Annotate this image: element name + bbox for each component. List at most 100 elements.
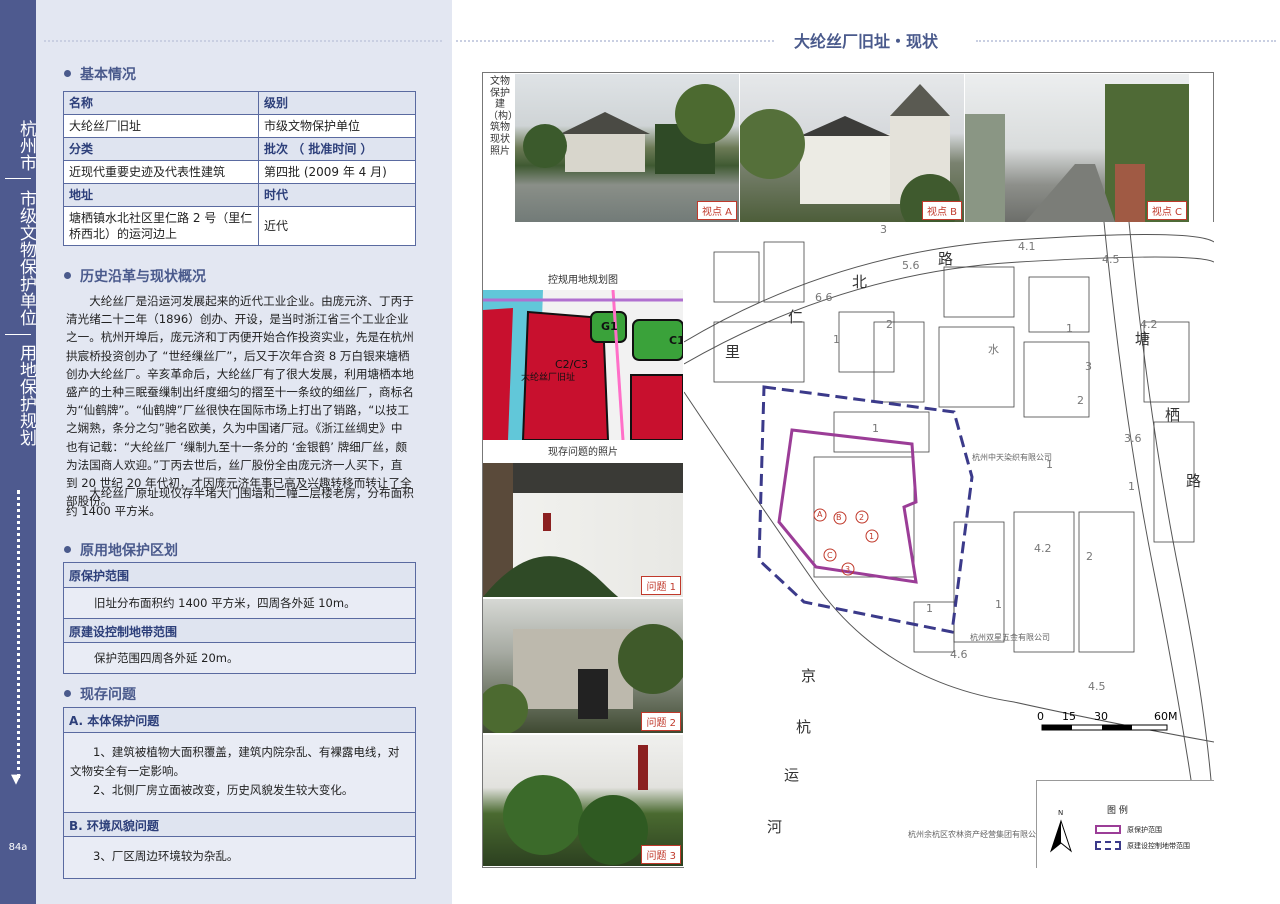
marker-label: 2 — [859, 513, 865, 522]
batch-header: 批次 （ 批准时间 ） — [258, 137, 416, 161]
level-header: 级别 — [258, 91, 416, 115]
street-illustration — [965, 84, 1189, 222]
problem-photo-1: 问题 1 — [483, 463, 683, 597]
viewpoint-label: 视点 A — [696, 201, 737, 220]
page-number: 84a — [8, 842, 28, 853]
sidebar: 杭州市 市级文物保护单位 用地保护规划 ▼ 84a — [0, 0, 36, 904]
road-label: 栖 — [1165, 406, 1181, 424]
dotted-rule — [44, 40, 442, 42]
sidebar-level: 市级文物保护单位 — [16, 190, 36, 326]
map-number: 2 — [886, 318, 893, 331]
company-label: 杭州余杭区农林资产经营集团有限公司 — [908, 830, 1044, 839]
photo-viewpoint-b: 视点 B — [740, 74, 964, 222]
problem-photo-3: 问题 3 — [483, 735, 683, 866]
category-value: 近现代重要史迹及代表性建筑 — [63, 160, 259, 184]
marker-label: A — [817, 510, 823, 519]
road-label: 路 — [938, 250, 954, 268]
site-map — [684, 222, 1214, 868]
viewpoint-label: 视点 C — [1146, 201, 1187, 220]
photo-viewpoint-c: 视点 C — [965, 74, 1189, 222]
sidebar-dotted-line — [17, 490, 20, 778]
inset-problems-title: 现存问题的照片 — [483, 444, 683, 462]
section-title: 基本情况 — [80, 67, 136, 83]
map-number: 4.5 — [1102, 253, 1120, 266]
issue-a-2: 2、北侧厂房立面被改变，历史风貌发生较大变化。 — [64, 781, 415, 812]
map-number: 4.5 — [1088, 680, 1106, 693]
range-value: 旧址分布面积约 1400 平方米，四周各外延 10m。 — [64, 588, 415, 618]
legend-item-protection: 原保护范围 — [1127, 826, 1162, 834]
page: 杭州市 市级文物保护单位 用地保护规划 ▼ 84a 基本情况 名称 级别 大纶丝… — [0, 0, 1280, 904]
company-label: 杭州中天染织有限公司 — [972, 453, 1052, 462]
building-illustration — [740, 84, 960, 222]
name-header: 名称 — [63, 91, 259, 115]
sidebar-divider — [5, 178, 31, 179]
map-number: 3 — [880, 223, 887, 236]
river-label: 运 — [784, 766, 800, 784]
scale-label: 0 — [1037, 710, 1044, 723]
problem-label: 问题 1 — [641, 576, 681, 595]
name-value: 大纶丝厂旧址 — [63, 114, 259, 138]
scale-label: 15 — [1062, 710, 1076, 723]
legend-title: 图 例 — [1107, 806, 1128, 816]
dotted-rule — [456, 40, 774, 42]
range-header: 原保护范围 — [64, 563, 415, 588]
issue-a-header: A. 本体保护问题 — [64, 708, 415, 733]
issue-a-1: 1、建筑被植物大面积覆盖，建筑内院杂乱、有裸露电线，对文物安全有一定影响。 — [64, 733, 415, 781]
landuse-label-site: 大纶丝厂旧址 — [521, 373, 576, 383]
section-history: 历史沿革与现状概况 — [64, 266, 206, 286]
batch-value: 第四批 (2009 年 4 月) — [258, 160, 416, 184]
river-label: 杭 — [796, 718, 812, 736]
control-header: 原建设控制地带范围 — [64, 618, 415, 643]
building-illustration — [523, 84, 735, 174]
map-number: 2 — [1086, 550, 1093, 563]
issues-box: A. 本体保护问题 1、建筑被植物大面积覆盖，建筑内院杂乱、有裸露电线，对文物安… — [63, 707, 416, 879]
marker-label: 3 — [845, 565, 851, 574]
photo-caption: 文物保护建（构）筑物现状照片 — [488, 76, 518, 157]
scale-label: 60M — [1154, 710, 1178, 723]
era-header: 时代 — [258, 183, 416, 207]
marker-label: C — [827, 551, 833, 560]
dotted-rule — [976, 40, 1276, 42]
sidebar-plan: 用地保护规划 — [16, 344, 36, 446]
company-label: 杭州双星五金有限公司 — [970, 633, 1050, 642]
map-number: 1 — [1128, 480, 1135, 493]
problem-label: 问题 3 — [641, 845, 681, 864]
problem-label: 问题 2 — [641, 712, 681, 731]
history-paragraph: 大纶丝厂是沿运河发展起来的近代工业企业。由庞元济、丁丙于清光绪二十二年（1896… — [66, 294, 414, 509]
legend-item-control: 原建设控制地带范围 — [1127, 842, 1190, 850]
arrow-down-icon: ▼ — [11, 772, 21, 787]
level-value: 市级文物保护单位 — [258, 114, 416, 138]
protection-box: 原保护范围 旧址分布面积约 1400 平方米，四周各外延 10m。 原建设控制地… — [63, 562, 416, 674]
section-title: 原用地保护区划 — [80, 543, 178, 559]
north-arrow-icon — [1049, 819, 1073, 853]
map-label: 水 — [988, 343, 999, 356]
section-basic: 基本情况 — [64, 64, 136, 84]
map-number: 1 — [926, 602, 933, 615]
photo-viewpoint-a: 视点 A — [515, 74, 739, 222]
map-number: 1 — [1046, 458, 1053, 471]
bullet-icon — [64, 690, 71, 697]
section-title: 现存问题 — [80, 687, 136, 703]
basic-info-table: 名称 级别 大纶丝厂旧址 市级文物保护单位 分类 批次 （ 批准时间 ） 近现代… — [63, 91, 416, 246]
bullet-icon — [64, 272, 71, 279]
bullet-icon — [64, 70, 71, 77]
problem-photo-2: 问题 2 — [483, 599, 683, 733]
road-label: 仁 — [788, 308, 804, 326]
history-paragraph-2: 大纶丝厂原址现仅存半堵大门围墙和二幢二层楼老房，分布面积约 1400 平方米。 — [66, 486, 414, 519]
era-value: 近代 — [258, 206, 416, 246]
landuse-plan-inset: G1 C1 C2/C3 大纶丝厂旧址 — [483, 290, 683, 440]
address-value: 塘栖镇水北社区里仁路 2 号（里仁桥西北）的运河边上 — [63, 206, 259, 246]
sidebar-city: 杭州市 — [16, 120, 36, 171]
map-number: 1 — [995, 598, 1002, 611]
map-number: 4.6 — [950, 648, 968, 661]
section-issues: 现存问题 — [64, 684, 136, 704]
road-label: 路 — [1186, 472, 1202, 490]
sidebar-divider — [5, 334, 31, 335]
control-value: 保护范围四周各外延 20m。 — [64, 643, 415, 673]
marker-label: 1 — [869, 532, 875, 541]
map-number: 3 — [1085, 360, 1092, 373]
map-number: 6.6 — [815, 291, 833, 304]
map-number: 1 — [872, 422, 879, 435]
issue-b-value: 3、厂区周边环境较为杂乱。 — [64, 837, 415, 878]
map-number: 1 — [1066, 322, 1073, 335]
